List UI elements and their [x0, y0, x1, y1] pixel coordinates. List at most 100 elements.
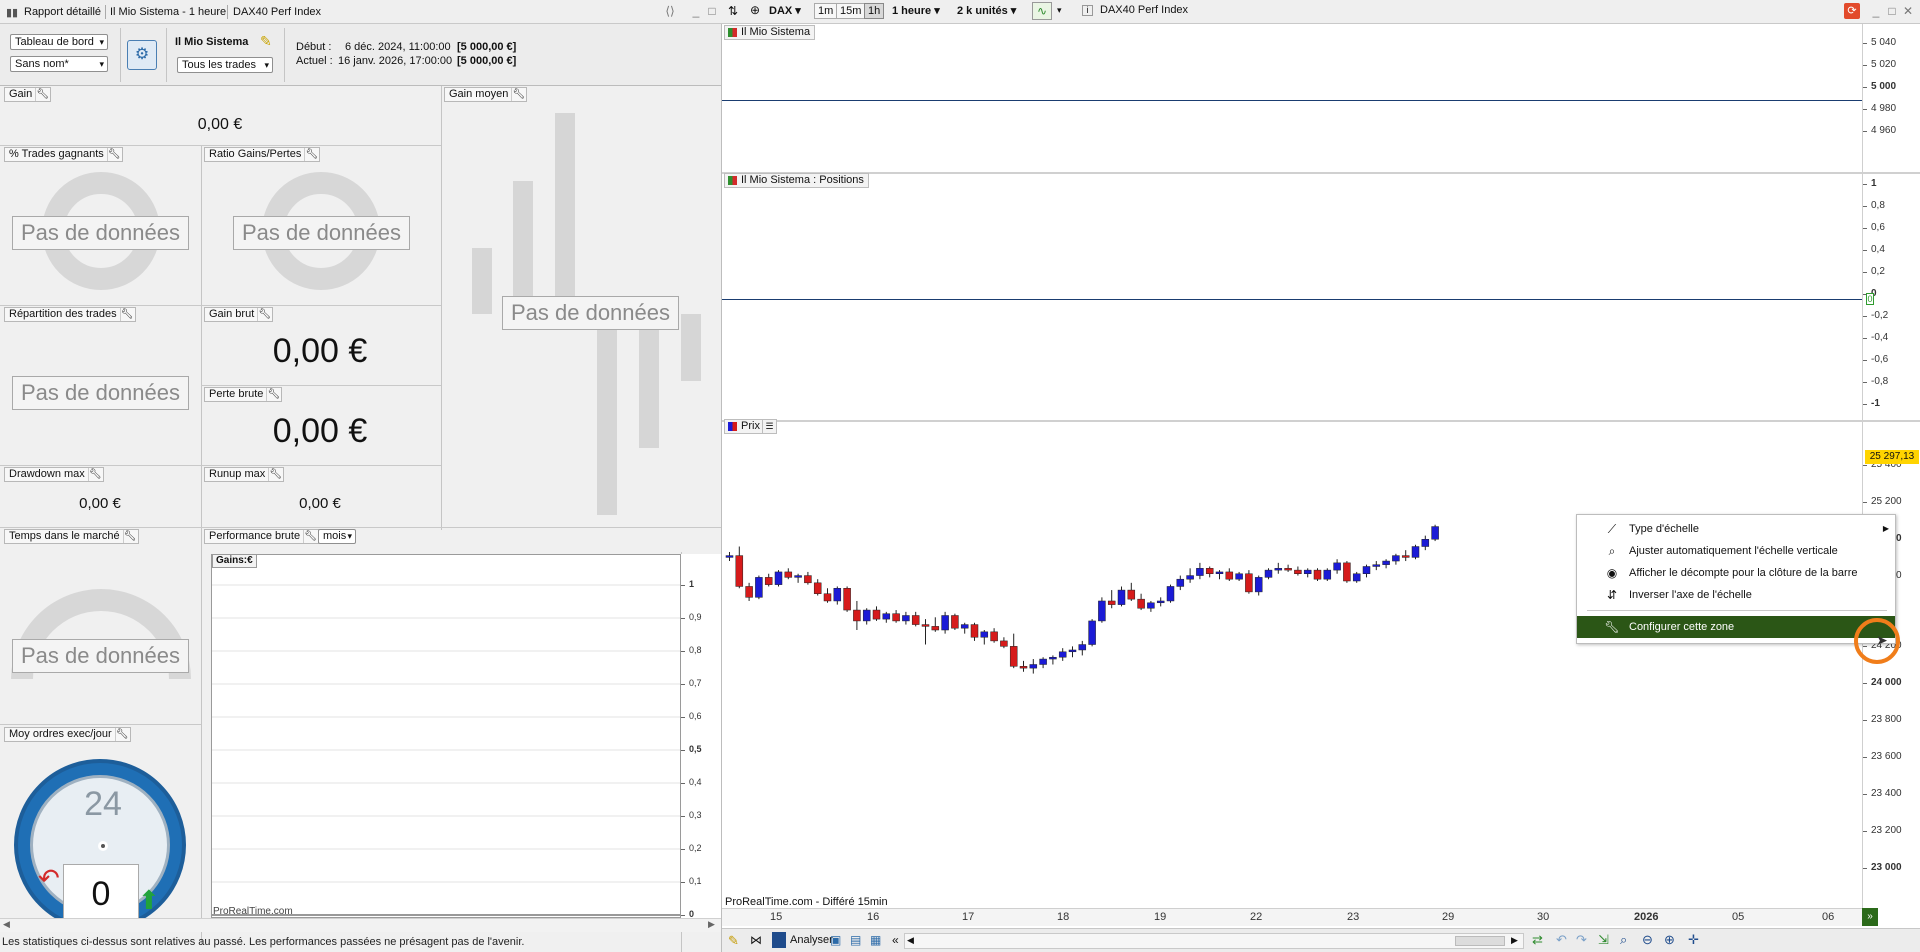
tab-rapport-detaille[interactable]: Rapport détaillé [20, 3, 105, 21]
footer-disclaimer: Les statistiques ci-dessus sont relative… [2, 936, 525, 948]
time-axis[interactable]: 15 16 17 18 19 22 23 29 30 2026 05 06 [722, 908, 1862, 926]
candle [1039, 658, 1047, 665]
wrench-icon[interactable]: 🔧︎ [511, 88, 525, 101]
perf-period-select[interactable]: mois ▾ [318, 529, 356, 544]
zoom-out-icon[interactable]: ⊖ [1642, 932, 1653, 948]
wrench-icon[interactable]: 🔧︎ [114, 728, 128, 741]
pane2-label[interactable]: Il Mio Sistema : Positions [724, 173, 869, 188]
crosshair-icon[interactable]: ✛ [1688, 932, 1699, 948]
minimize-icon[interactable]: _ [690, 5, 702, 17]
symbol-selector[interactable]: DAX ▾ [769, 4, 801, 17]
widget-runup-title[interactable]: Runup max 🔧︎ [204, 467, 285, 482]
menu-item-configurer-zone[interactable]: 🔧︎ Configurer cette zone [1577, 616, 1895, 638]
scroll-left-icon[interactable]: ◀ [907, 935, 914, 946]
wrench-icon[interactable]: 🔧︎ [303, 530, 317, 543]
x-tick-label: 05 [1732, 911, 1745, 923]
comment-icon[interactable]: ▣ [830, 933, 841, 947]
widget-ratio-title[interactable]: Ratio Gains/Pertes 🔧︎ [204, 147, 321, 162]
menu-item-countdown[interactable]: ◉ Afficher le décompte pour la clôture de… [1577, 562, 1895, 584]
pane1-label[interactable]: Il Mio Sistema [724, 25, 816, 40]
y-tick-label: -0,2 [1862, 310, 1889, 321]
wrench-icon: 🔧︎ [1604, 620, 1620, 634]
indicator-dropdown-icon[interactable]: ▾ [1057, 5, 1062, 16]
widget-pct-trades-title[interactable]: % Trades gagnants 🔧︎ [4, 147, 123, 162]
tf-15m-button[interactable]: 15m [836, 3, 866, 19]
perf-y-tick: 0,6 [681, 711, 702, 721]
trades-select[interactable]: Tous les trades ▾ [177, 57, 273, 73]
wrench-icon[interactable]: 🔧︎ [268, 468, 282, 481]
scroll-to-end-icon[interactable]: » [1862, 908, 1878, 926]
wrench-icon[interactable]: 🔧︎ [119, 308, 133, 321]
runup-value: 0,00 € [299, 495, 341, 512]
units-selector[interactable]: 2 k unités ▾ [957, 4, 1016, 17]
analyser-button[interactable]: Analyser [790, 934, 833, 946]
analyser-icon[interactable] [772, 932, 786, 948]
toolbar-arrow-icon[interactable]: ⇅ [728, 4, 738, 18]
chart-minimize-icon[interactable]: _ [1870, 5, 1882, 17]
candle [1107, 600, 1116, 605]
report-settings-icon[interactable]: ⚙ [127, 40, 157, 70]
scroll-left-icon[interactable]: ◀ [3, 919, 10, 930]
menu-item-type-echelle[interactable]: ⟋ Type d'échelle ▶ [1577, 518, 1895, 540]
widget-repartition-title[interactable]: Répartition des trades 🔧︎ [4, 307, 136, 322]
zoom-in-icon[interactable]: ⊕ [1664, 932, 1675, 948]
window-icon[interactable]: ▦ [870, 933, 881, 947]
tf-1m-button[interactable]: 1m [814, 3, 838, 19]
chart-close-icon[interactable]: ✕ [1902, 5, 1914, 17]
candle [960, 624, 969, 629]
info-icon[interactable]: i [1082, 5, 1093, 16]
wrench-icon[interactable]: 🔧︎ [87, 468, 102, 481]
share-icon[interactable]: ⟨⟩ [664, 5, 676, 17]
gain-value: 0,00 € [197, 116, 243, 133]
wrench-icon[interactable]: 🔧︎ [106, 148, 121, 161]
undo-icon[interactable]: ↶ [1556, 932, 1567, 948]
edit-system-icon[interactable]: ✎ [260, 33, 272, 50]
zoom-region-icon[interactable]: ⌕ [1620, 932, 1627, 948]
wrench-icon[interactable]: 🔧︎ [122, 530, 136, 543]
candle [951, 615, 959, 629]
tab-dax40[interactable]: DAX40 Perf Index [229, 3, 325, 21]
menu-item-auto-scale[interactable]: ⌕ Ajuster automatiquement l'échelle verti… [1577, 540, 1895, 562]
wrench-icon[interactable]: 🔧︎ [304, 148, 318, 161]
link-icon[interactable]: ⊕ [750, 3, 760, 17]
pane3-yaxis[interactable]: 25 40025 20025 00024 80024 20024 00023 8… [1862, 422, 1920, 908]
pane1-yaxis[interactable]: 5 040 5 020 5 000 4 980 4 960 [1862, 24, 1920, 172]
horizontal-scrollbar[interactable]: ◀ ▶ [0, 918, 722, 932]
table-icon[interactable]: ▤ [850, 933, 861, 947]
indicator-icon[interactable]: ∿ [1032, 2, 1052, 20]
view-select[interactable]: Tableau de bord ▾ [10, 34, 108, 50]
export-icon[interactable]: ⇲ [1598, 932, 1609, 948]
menu-item-invert-axis[interactable]: ⇵ Inverser l'axe de l'échelle [1577, 584, 1895, 606]
candle [931, 626, 940, 631]
tf-1h-button[interactable]: 1h [864, 3, 885, 19]
x-tick-label: 30 [1537, 911, 1550, 923]
draw-tool-icon[interactable]: ✎ [728, 933, 739, 949]
refresh-icon[interactable]: ⟳ [1844, 3, 1860, 19]
widget-perte-brute-title[interactable]: Perte brute 🔧︎ [204, 387, 283, 402]
redo-icon[interactable]: ↷ [1576, 932, 1587, 948]
widget-drawdown-title[interactable]: Drawdown max 🔧︎ [4, 467, 104, 482]
scroll-right-icon[interactable]: ▶ [1511, 935, 1518, 946]
widget-gain-moyen-title[interactable]: Gain moyen 🔧︎ [444, 87, 528, 102]
chart-maximize-icon[interactable]: □ [1886, 5, 1898, 17]
wrench-icon[interactable]: 🔧︎ [266, 388, 280, 401]
wrench-icon[interactable]: 🔧︎ [35, 88, 49, 101]
layout-name-select[interactable]: Sans nom* ▾ [10, 56, 108, 72]
maximize-icon[interactable]: □ [706, 5, 718, 17]
share-icon[interactable]: ⋈ [750, 933, 762, 947]
widget-temps-title[interactable]: Temps dans le marché 🔧︎ [4, 529, 139, 544]
wrench-icon[interactable]: 🔧︎ [257, 308, 271, 321]
collapse-icon[interactable]: « [892, 933, 899, 947]
period-selector[interactable]: 1 heure ▾ [892, 4, 940, 17]
chart-scrollbar[interactable]: ◀ ▶ [904, 933, 1524, 949]
x-tick-label: 16 [867, 911, 880, 923]
tab-systeme[interactable]: Il Mio Sistema - 1 heure [106, 3, 230, 21]
widget-perf-title[interactable]: Performance brute 🔧︎ [204, 529, 320, 544]
candle [1225, 571, 1234, 580]
scroll-thumb[interactable] [1455, 936, 1505, 946]
snapshot-icon[interactable]: ⇄ [1532, 932, 1543, 948]
widget-gain-title[interactable]: Gain 🔧︎ [4, 87, 52, 102]
scroll-right-icon[interactable]: ▶ [708, 919, 715, 930]
widget-gain-brut-title[interactable]: Gain brut 🔧︎ [204, 307, 274, 322]
widget-ordres-title[interactable]: Moy ordres exec/jour 🔧︎ [4, 727, 131, 742]
